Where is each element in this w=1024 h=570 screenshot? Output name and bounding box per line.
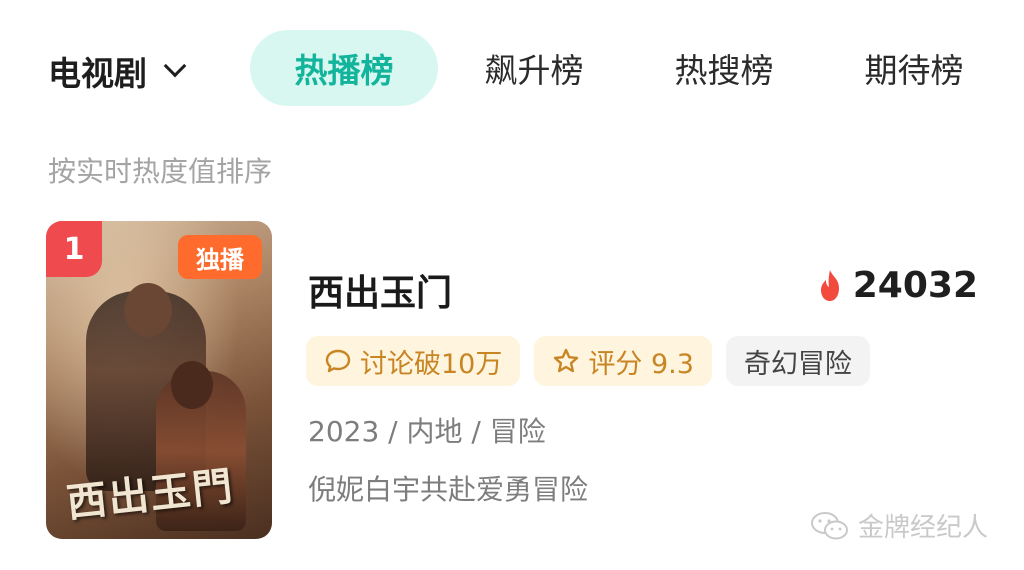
tag-genre[interactable]: 奇幻冒险 [725,336,870,386]
tab-hot-search[interactable]: 热搜榜 [646,30,802,106]
category-dropdown[interactable]: 电视剧 [48,48,187,94]
heat-score: 24032 [817,265,978,306]
tag-list: 讨论破10万 评分 9.3 奇幻冒险 [306,336,870,386]
tag-genre-label: 奇幻冒险 [743,348,852,380]
poster-figure-head [124,283,172,337]
flame-icon [820,269,839,301]
show-title[interactable]: 西出玉门 [308,264,452,316]
top-tab-bar: 电视剧 热播榜 飙升榜 热搜榜 期待榜 [0,0,1024,140]
tab-anticipated[interactable]: 期待榜 [836,30,992,106]
tab-rising[interactable]: 飙升榜 [456,30,612,106]
tag-rating-label: 评分 9.3 [588,348,694,380]
show-description: 倪妮白宇共赴爱勇冒险 [308,473,589,506]
chevron-down-icon [163,54,187,78]
tag-discussion-label: 讨论破10万 [360,348,503,380]
tab-hot-playing[interactable]: 热播榜 [250,30,438,106]
show-meta: 2023 / 内地 / 冒险 [308,415,546,448]
poster-figure-head [171,361,213,409]
category-label: 电视剧 [48,54,147,93]
heat-value: 24032 [852,265,978,306]
exclusive-badge: 独播 [178,235,262,279]
chat-bubble-icon [325,349,351,373]
poster-image[interactable]: 西出玉門 1 独播 [46,221,272,539]
tag-rating[interactable]: 评分 9.3 [534,336,712,386]
star-icon [554,348,579,373]
sort-description: 按实时热度值排序 [48,155,273,188]
watermark-text: 金牌经纪人 [857,513,988,543]
tag-discussion[interactable]: 讨论破10万 [306,336,521,386]
wechat-icon [810,511,848,539]
rank-badge: 1 [46,221,102,277]
watermark: 金牌经纪人 [810,507,988,544]
